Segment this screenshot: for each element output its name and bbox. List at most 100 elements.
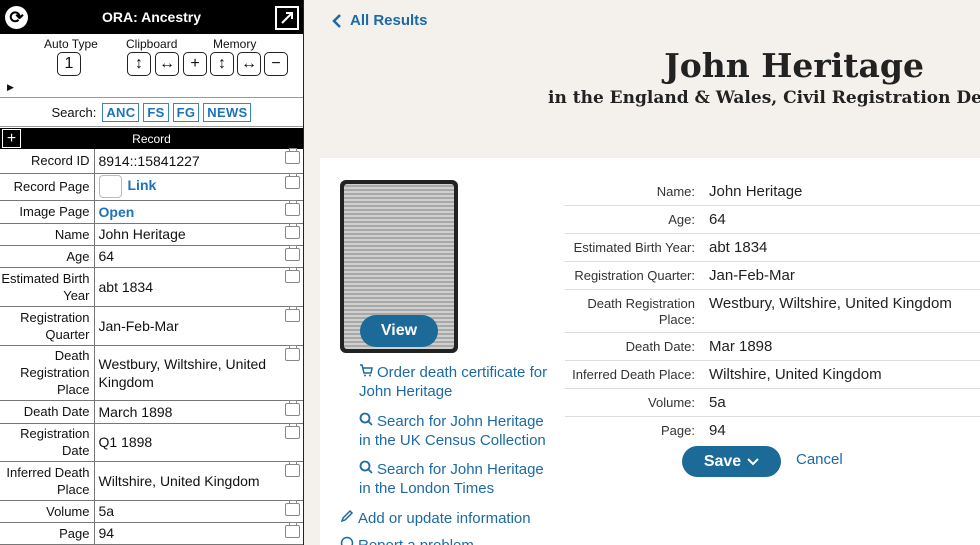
field-label: Record Page bbox=[0, 173, 95, 201]
ora-title-bar: ⟳ ORA: Ancestry bbox=[0, 0, 303, 34]
chevron-left-icon bbox=[332, 13, 341, 28]
registration-quarter-value: Jan-Feb-Mar bbox=[98, 317, 179, 334]
clipboard-icon[interactable] bbox=[285, 305, 300, 322]
search-icon bbox=[359, 460, 373, 479]
table-row: Death Date March 1898 bbox=[0, 399, 303, 424]
field-label: Volume bbox=[0, 500, 95, 523]
clipboard-vertical-icon[interactable]: ↕ bbox=[127, 52, 151, 76]
fact-row: Estimated Birth Year: abt 1834 bbox=[565, 234, 980, 262]
table-row: Name John Heritage bbox=[0, 222, 303, 246]
fact-row: Registration Quarter: Jan-Feb-Mar bbox=[565, 262, 980, 290]
ora-search-bar: Search: ANC FS FG NEWS bbox=[0, 98, 303, 127]
fact-value: John Heritage bbox=[709, 183, 803, 200]
times-search-link[interactable]: Search for John Heritage in the London T… bbox=[359, 460, 551, 498]
memory-horizontal-icon[interactable]: ↔ bbox=[237, 52, 261, 76]
ora-controls: Auto Type Clipboard Memory 1 ↕ ↔ + ↕ ↔ −… bbox=[0, 34, 303, 98]
add-icon[interactable]: + bbox=[2, 129, 21, 148]
refresh-icon[interactable]: ⟳ bbox=[5, 6, 28, 29]
clipboard-icon[interactable] bbox=[285, 199, 300, 216]
fact-value: 94 bbox=[709, 422, 726, 439]
table-row: Page 94 bbox=[0, 521, 303, 545]
census-search-link[interactable]: Search for John Heritage in the UK Censu… bbox=[359, 412, 551, 450]
ora-title: ORA: Ancestry bbox=[101, 9, 202, 25]
table-row: Registration Quarter Jan-Feb-Mar bbox=[0, 305, 303, 346]
memory-minus-icon[interactable]: − bbox=[264, 52, 288, 76]
fact-label: Age: bbox=[668, 212, 695, 227]
record-table: Record ID 8914::15841227 Record Page Lin… bbox=[0, 148, 303, 545]
field-label: Death Date bbox=[0, 400, 95, 424]
page-title: John Heritage bbox=[664, 46, 924, 85]
page-value: 94 bbox=[98, 525, 115, 541]
report-problem-link[interactable]: Report a problem bbox=[340, 536, 560, 545]
ora-panel: ⟳ ORA: Ancestry Auto Type Clipboard Memo… bbox=[0, 0, 304, 545]
clipboard-add-icon[interactable]: + bbox=[183, 52, 207, 76]
facts-list: Name: John Heritage Age: 64 Estimated Birt… bbox=[565, 178, 980, 444]
record-card: View Order death certificate for John He… bbox=[320, 158, 980, 545]
fact-row: Name: John Heritage bbox=[565, 178, 980, 206]
fact-row: Death Registration Place: Westbury, Wilts… bbox=[565, 290, 980, 333]
fact-label: Volume: bbox=[648, 395, 695, 410]
registration-date-value: Q1 1898 bbox=[98, 434, 153, 450]
image-page-link[interactable]: Open bbox=[99, 204, 135, 220]
clipboard-icon[interactable] bbox=[285, 148, 300, 164]
fact-value: abt 1834 bbox=[709, 239, 768, 256]
field-label: Registration Date bbox=[0, 423, 95, 462]
clipboard-horizontal-icon[interactable]: ↔ bbox=[155, 52, 179, 76]
record-id-value: 8914::15841227 bbox=[98, 152, 200, 169]
fact-value: Jan-Feb-Mar bbox=[709, 267, 795, 284]
fact-label: Name: bbox=[656, 184, 695, 199]
fact-row: Age: 64 bbox=[565, 206, 980, 234]
record-page-link[interactable]: Link bbox=[128, 177, 157, 193]
clipboard-icon[interactable] bbox=[285, 266, 300, 283]
clipboard-icon[interactable] bbox=[285, 460, 300, 477]
times-search-label: Search for John Heritage in the London T… bbox=[359, 461, 544, 497]
table-row: Age 64 bbox=[0, 244, 303, 268]
clipboard-icon[interactable] bbox=[285, 172, 300, 189]
back-label: All Results bbox=[350, 12, 428, 29]
auto-type-button[interactable]: 1 bbox=[57, 52, 81, 76]
fact-row: Volume: 5a bbox=[565, 389, 980, 417]
search-fg-button[interactable]: FG bbox=[172, 102, 200, 122]
search-anc-button[interactable]: ANC bbox=[102, 102, 140, 122]
clipboard-icon[interactable] bbox=[285, 222, 300, 239]
table-row: Image Page Open bbox=[0, 199, 303, 224]
fact-row: Inferred Death Place: Wiltshire, United K… bbox=[565, 361, 980, 389]
search-fs-button[interactable]: FS bbox=[143, 102, 169, 122]
field-label: Death Registration Place bbox=[0, 345, 95, 401]
clipboard-icon[interactable] bbox=[285, 344, 300, 361]
back-to-results-link[interactable]: All Results bbox=[332, 12, 428, 29]
fact-label: Registration Quarter: bbox=[574, 268, 695, 283]
fact-label: Death Registration Place: bbox=[587, 296, 695, 327]
clipboard-icon[interactable] bbox=[285, 399, 300, 416]
order-certificate-link[interactable]: Order death certificate for John Heritag… bbox=[359, 363, 549, 401]
fact-row: Death Date: Mar 1898 bbox=[565, 333, 980, 361]
update-information-link[interactable]: Add or update information bbox=[340, 509, 560, 528]
memory-vertical-icon[interactable]: ↕ bbox=[210, 52, 234, 76]
fact-value: Westbury, Wiltshire, United Kingdom bbox=[709, 295, 952, 312]
search-news-button[interactable]: NEWS bbox=[203, 102, 252, 122]
record-page-checkbox[interactable] bbox=[98, 175, 122, 198]
fact-value: 5a bbox=[709, 394, 726, 411]
name-value: John Heritage bbox=[98, 226, 186, 242]
table-row: Record Page Link bbox=[0, 172, 303, 201]
table-row: Estimated Birth Year abt 1834 bbox=[0, 266, 303, 307]
death-registration-place-value: Westbury, Wiltshire, United Kingdom bbox=[98, 355, 267, 390]
update-information-label: Add or update information bbox=[358, 510, 531, 527]
clipboard-icon[interactable] bbox=[285, 422, 300, 439]
flag-icon bbox=[340, 536, 354, 545]
table-row: Record ID 8914::15841227 bbox=[0, 148, 303, 174]
record-header: + Record bbox=[0, 128, 303, 149]
save-button[interactable]: Save bbox=[682, 446, 781, 477]
fact-label: Inferred Death Place: bbox=[572, 367, 695, 382]
collapse-triangle-icon[interactable]: ▶ bbox=[7, 82, 14, 93]
field-label: Registration Quarter bbox=[0, 306, 95, 346]
table-row: Registration Date Q1 1898 bbox=[0, 422, 303, 462]
view-image-button[interactable]: View bbox=[360, 315, 438, 347]
clipboard-icon[interactable] bbox=[285, 244, 300, 261]
fact-label: Death Date: bbox=[625, 339, 695, 354]
field-label: Age bbox=[0, 245, 95, 268]
clipboard-icon[interactable] bbox=[285, 521, 300, 538]
clipboard-icon[interactable] bbox=[285, 499, 300, 516]
cancel-button[interactable]: Cancel bbox=[796, 451, 843, 468]
expand-icon[interactable] bbox=[275, 6, 299, 30]
